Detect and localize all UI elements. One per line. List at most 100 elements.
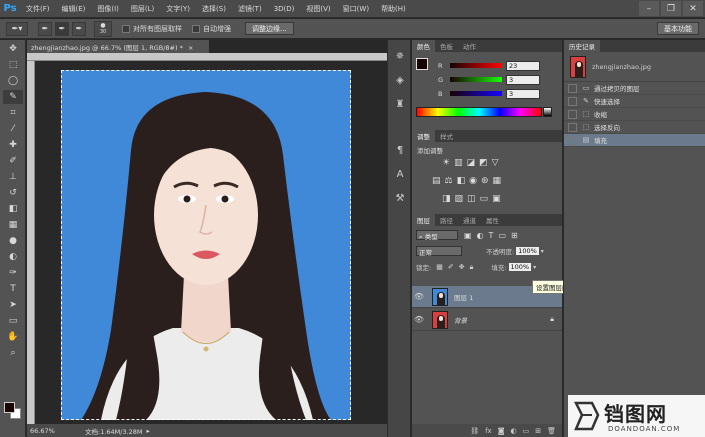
eraser-icon[interactable]: ◧: [3, 202, 23, 216]
link-layers-icon[interactable]: ⛓: [470, 427, 479, 435]
selective-color-icon[interactable]: ▣: [492, 194, 501, 204]
sample-all-checkbox[interactable]: [122, 24, 130, 33]
menu-file[interactable]: 文件(F): [20, 4, 56, 14]
shape-icon[interactable]: ▭: [3, 314, 23, 328]
blend-mode-select[interactable]: 正常: [416, 246, 462, 257]
lock-move-icon[interactable]: ✥: [459, 263, 465, 271]
opacity-dropdown-icon[interactable]: ▾: [541, 248, 544, 255]
menu-window[interactable]: 窗口(W): [337, 4, 375, 14]
green-value[interactable]: 3: [506, 74, 540, 85]
status-arrow-icon[interactable]: ▸: [147, 427, 150, 435]
brush-icon[interactable]: ✐: [3, 154, 23, 168]
blur-icon[interactable]: ●: [3, 234, 23, 248]
tab-paths[interactable]: 路径: [435, 214, 458, 226]
layer-style-icon[interactable]: fx: [485, 427, 492, 435]
blue-value[interactable]: 3: [506, 88, 540, 99]
hue-icon[interactable]: ▤: [432, 176, 441, 186]
red-slider[interactable]: [450, 63, 502, 68]
character-icon[interactable]: A: [392, 166, 408, 182]
spectrum-bw[interactable]: [543, 107, 552, 117]
photo-filter-icon[interactable]: ◉: [469, 176, 477, 186]
auto-enhance-checkbox[interactable]: [192, 24, 200, 33]
menu-view[interactable]: 视图(V): [300, 4, 336, 14]
zoom-level[interactable]: 66.67%: [27, 427, 67, 435]
lasso-icon[interactable]: ◯: [3, 74, 23, 88]
layer-mask-icon[interactable]: ◙: [498, 427, 505, 435]
history-snapshot[interactable]: zhengjianzhao.jpg: [564, 52, 705, 82]
foreground-color-swatch[interactable]: [4, 402, 15, 413]
menu-filter[interactable]: 滤镜(T): [232, 4, 268, 14]
layer-row-background[interactable]: 👁︎ 背景 🔒︎: [412, 309, 562, 331]
new-adjustment-icon[interactable]: ◐: [511, 427, 517, 435]
history-source-box[interactable]: [568, 135, 577, 145]
hand-icon[interactable]: ✋: [3, 330, 23, 344]
minimize-icon[interactable]: –: [639, 1, 659, 16]
canvas-image[interactable]: [61, 70, 351, 420]
menu-type[interactable]: 文字(Y): [160, 4, 196, 14]
brightness-icon[interactable]: ☀: [442, 158, 450, 168]
mixer-icon[interactable]: ⊛: [481, 176, 489, 186]
history-item[interactable]: ▭ 通过拷贝的图层: [564, 82, 705, 95]
history-brush-icon[interactable]: ↺: [3, 186, 23, 200]
visibility-eye-icon[interactable]: 👁︎: [412, 292, 426, 301]
gradient-map-icon[interactable]: ▭: [480, 194, 489, 204]
lock-paint-icon[interactable]: ✐: [448, 263, 454, 271]
green-slider[interactable]: [450, 77, 502, 82]
tab-layers[interactable]: 图层: [412, 214, 435, 226]
blue-slider[interactable]: [450, 91, 502, 96]
gradient-icon[interactable]: ▦: [3, 218, 23, 232]
color-spectrum[interactable]: [416, 107, 542, 117]
tab-channels[interactable]: 通道: [458, 214, 481, 226]
menu-help[interactable]: 帮助(H): [375, 4, 412, 14]
history-source-box[interactable]: [568, 83, 577, 93]
zoom-icon[interactable]: ⌕: [3, 346, 23, 360]
paragraph-icon[interactable]: ¶: [392, 142, 408, 158]
visibility-eye-icon[interactable]: 👁︎: [412, 315, 426, 324]
tab-color[interactable]: 颜色: [412, 40, 435, 52]
history-source-box[interactable]: [568, 122, 577, 132]
lock-all-icon[interactable]: 🔒︎: [470, 263, 474, 272]
history-source-box[interactable]: [568, 109, 577, 119]
close-tab-icon[interactable]: ×: [188, 44, 193, 52]
new-group-icon[interactable]: ▭: [523, 427, 530, 435]
invert-icon[interactable]: ◨: [442, 194, 451, 204]
history-item[interactable]: ⬚ 选择反向: [564, 121, 705, 134]
pen-icon[interactable]: ✑: [3, 266, 23, 280]
brush-settings-icon[interactable]: ✵: [392, 48, 408, 64]
quick-select-icon[interactable]: ✎: [3, 90, 23, 104]
marquee-icon[interactable]: ⬚: [3, 58, 23, 72]
levels-icon[interactable]: ▥: [454, 158, 463, 168]
crop-icon[interactable]: ⌗: [3, 106, 23, 120]
menu-3d[interactable]: 3D(D): [268, 5, 301, 13]
clone-source-icon[interactable]: ◈: [392, 72, 408, 88]
restore-icon[interactable]: ❐: [661, 1, 681, 16]
history-item-active[interactable]: ▤ 填充: [564, 134, 705, 147]
delete-layer-icon[interactable]: 🗑︎: [547, 427, 556, 435]
refine-edge-button[interactable]: 调整边缘...: [245, 22, 294, 35]
menu-select[interactable]: 选择(S): [196, 4, 232, 14]
close-icon[interactable]: ✕: [683, 1, 703, 16]
new-layer-icon[interactable]: ⊞: [535, 427, 541, 435]
panel-fg-swatch[interactable]: [416, 58, 428, 70]
fill-field[interactable]: 100%: [508, 263, 532, 271]
eyedropper-icon[interactable]: ⁄: [3, 122, 23, 136]
vibrance-icon[interactable]: ▽: [492, 158, 499, 168]
balance-icon[interactable]: ⚖: [445, 176, 453, 186]
move-icon[interactable]: ✥: [3, 42, 23, 56]
tab-swatches[interactable]: 色板: [435, 40, 458, 52]
tab-history[interactable]: 历史记录: [564, 40, 600, 52]
threshold-icon[interactable]: ◫: [467, 194, 476, 204]
curves-icon[interactable]: ◪: [467, 158, 476, 168]
posterize-icon[interactable]: ▨: [455, 194, 464, 204]
history-source-box[interactable]: [568, 96, 577, 106]
exposure-icon[interactable]: ◩: [479, 158, 488, 168]
shape-filter-icon[interactable]: ▭: [498, 231, 506, 240]
healing-icon[interactable]: ✚: [3, 138, 23, 152]
history-item[interactable]: ⬚ 收缩: [564, 108, 705, 121]
history-item[interactable]: ✎ 快速选择: [564, 95, 705, 108]
add-selection-icon[interactable]: ✒: [55, 21, 69, 36]
path-select-icon[interactable]: ➤: [3, 298, 23, 312]
subtract-selection-icon[interactable]: ✒: [72, 21, 86, 36]
tab-actions[interactable]: 动作: [458, 40, 481, 52]
menu-image[interactable]: 图像(I): [91, 4, 125, 14]
